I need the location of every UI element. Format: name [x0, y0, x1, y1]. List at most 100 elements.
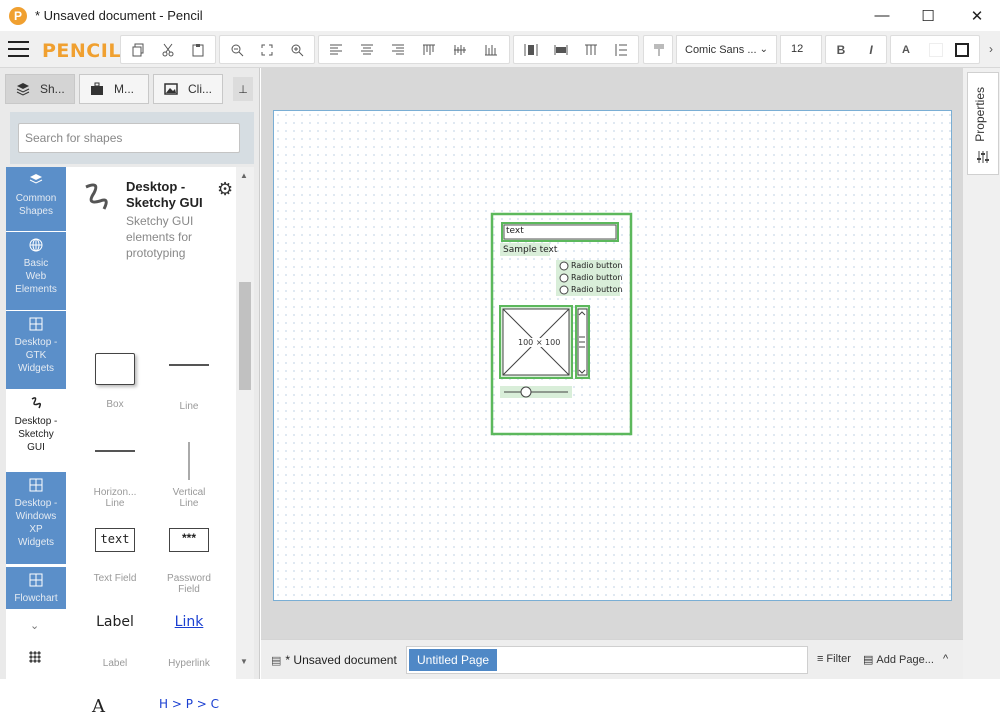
- chevron-down-icon[interactable]: ⌄: [30, 619, 39, 632]
- grid-icon: [29, 317, 43, 331]
- squiggle-icon: [31, 397, 42, 409]
- canvas-radio-2[interactable]: Radio button: [571, 273, 622, 282]
- collection-flowchart[interactable]: Flowchart: [6, 567, 66, 609]
- label-preview: Label: [96, 614, 134, 630]
- tab-my-collections[interactable]: M...: [79, 74, 149, 104]
- pin-icon[interactable]: ⊥: [233, 77, 253, 101]
- distribute-vertical-icon[interactable]: [606, 36, 636, 63]
- bold-button[interactable]: B: [826, 36, 856, 63]
- collection-sketchy-gui[interactable]: Desktop - Sketchy GUI: [6, 390, 66, 468]
- zoom-group: [219, 35, 315, 64]
- canvas-area: text Sample text Radio button Radio butt…: [261, 68, 963, 639]
- tab-shapes[interactable]: Sh...: [5, 74, 75, 104]
- shape-label: Horizon... Line: [93, 487, 137, 509]
- stroke-color-button[interactable]: [947, 36, 977, 63]
- font-size-input[interactable]: 12: [780, 35, 822, 64]
- gear-icon[interactable]: ⚙: [217, 179, 233, 200]
- format-painter-icon[interactable]: [644, 36, 674, 63]
- close-button[interactable]: ✕: [954, 0, 1000, 31]
- scroll-thumb[interactable]: [239, 282, 251, 390]
- paste-icon[interactable]: [183, 36, 213, 63]
- layers-icon: [16, 83, 30, 96]
- shape-label: Password Field: [167, 573, 211, 595]
- page-list: Untitled Page: [406, 646, 808, 674]
- align-center-icon[interactable]: [352, 36, 382, 63]
- minimize-button[interactable]: —: [859, 0, 905, 31]
- properties-panel: Properties: [963, 68, 1000, 679]
- italic-button[interactable]: I: [856, 36, 886, 63]
- apps-grid-icon[interactable]: [29, 651, 41, 663]
- collection-label: Desktop - GTK Widgets: [14, 337, 58, 374]
- text-color-button[interactable]: A: [891, 36, 921, 63]
- chevron-right-icon[interactable]: ›: [983, 35, 999, 62]
- menu-icon[interactable]: [8, 41, 29, 57]
- chevron-down-icon: ⌄: [759, 44, 768, 55]
- zoom-in-icon[interactable]: [282, 36, 312, 63]
- line-preview: [169, 364, 209, 366]
- shape-breadcrumb[interactable]: H > P > C: [152, 697, 226, 711]
- password-preview: ***: [169, 528, 209, 552]
- collection-list: Common Shapes Basic Web Elements Desktop…: [6, 167, 66, 679]
- shape-label: Text Field: [93, 573, 137, 584]
- fit-screen-icon[interactable]: [252, 36, 282, 63]
- canvas-radio-3[interactable]: Radio button: [571, 285, 622, 294]
- properties-label: Properties: [973, 87, 987, 142]
- collection-label: Desktop - Windows XP Widgets: [14, 498, 58, 548]
- align-middle-icon[interactable]: [445, 36, 475, 63]
- canvas-text-field[interactable]: text: [506, 226, 524, 236]
- copy-icon[interactable]: [123, 36, 153, 63]
- align-bottom-icon[interactable]: [476, 36, 506, 63]
- shape-vertical-line[interactable]: Vertical Line: [152, 442, 226, 509]
- distribute-horizontal-icon[interactable]: [576, 36, 606, 63]
- properties-tab[interactable]: Properties: [967, 72, 999, 175]
- hline-preview: [95, 450, 135, 452]
- text-style-group: B I: [825, 35, 887, 64]
- canvas-sample-text[interactable]: Sample text: [503, 245, 557, 255]
- collection-description: Sketchy GUI elements for prototyping: [126, 214, 194, 260]
- same-width-icon[interactable]: [516, 36, 546, 63]
- align-group: [318, 35, 510, 64]
- cut-icon[interactable]: [153, 36, 183, 63]
- zoom-out-icon[interactable]: [222, 36, 252, 63]
- search-input[interactable]: Search for shapes: [18, 123, 240, 153]
- text-field-preview: text: [95, 528, 135, 552]
- page-tab-untitled[interactable]: Untitled Page: [409, 649, 498, 671]
- filter-button[interactable]: ≡ Filter: [817, 653, 851, 665]
- maximize-button[interactable]: ☐: [905, 0, 951, 31]
- canvas-image-placeholder[interactable]: 100 × 100: [518, 338, 561, 347]
- collection-windows-xp-widgets[interactable]: Desktop - Windows XP Widgets: [6, 472, 66, 564]
- shape-box[interactable]: Box: [78, 353, 152, 410]
- hyperlink-preview: Link: [174, 614, 204, 630]
- tab-clipart[interactable]: Cli...: [153, 74, 223, 104]
- shape-text-block[interactable]: A: [92, 698, 132, 716]
- shape-line[interactable]: Line: [152, 353, 226, 412]
- collection-common-shapes[interactable]: Common Shapes: [6, 167, 66, 231]
- document-label[interactable]: ▤ * Unsaved document: [271, 653, 397, 667]
- scroll-up-icon[interactable]: ▲: [240, 171, 248, 180]
- collection-gtk-widgets[interactable]: Desktop - GTK Widgets: [6, 311, 66, 389]
- distribute-group: [513, 35, 639, 64]
- collection-basic-web-elements[interactable]: Basic Web Elements: [6, 232, 66, 310]
- shape-label: Vertical Line: [172, 487, 206, 509]
- shapes-scrollbar[interactable]: ▲ ▼: [236, 167, 254, 679]
- tab-label: Cli...: [188, 82, 212, 96]
- shape-hyperlink[interactable]: Link Hyperlink: [152, 614, 226, 669]
- same-height-icon[interactable]: [546, 36, 576, 63]
- expand-pages-button[interactable]: ^: [943, 653, 948, 665]
- shape-label[interactable]: Label Label: [78, 614, 152, 669]
- breadcrumb-preview: H > P > C: [158, 697, 219, 711]
- align-left-icon[interactable]: [321, 36, 351, 63]
- align-right-icon[interactable]: [383, 36, 413, 63]
- document-name: * Unsaved document: [285, 653, 397, 667]
- drawing-page[interactable]: text Sample text Radio button Radio butt…: [273, 110, 952, 601]
- align-top-icon[interactable]: [414, 36, 444, 63]
- shape-text-field[interactable]: text Text Field: [78, 528, 152, 584]
- font-family-select[interactable]: Comic Sans ... ⌄: [676, 35, 777, 64]
- scroll-down-icon[interactable]: ▼: [240, 657, 248, 666]
- shape-password-field[interactable]: *** Password Field: [152, 528, 226, 595]
- document-icon: ▤: [271, 655, 282, 667]
- canvas-radio-1[interactable]: Radio button: [571, 261, 622, 270]
- add-page-button[interactable]: ▤ Add Page...: [863, 653, 934, 666]
- shape-horizontal-line[interactable]: Horizon... Line: [78, 442, 152, 509]
- tab-label: M...: [114, 82, 134, 96]
